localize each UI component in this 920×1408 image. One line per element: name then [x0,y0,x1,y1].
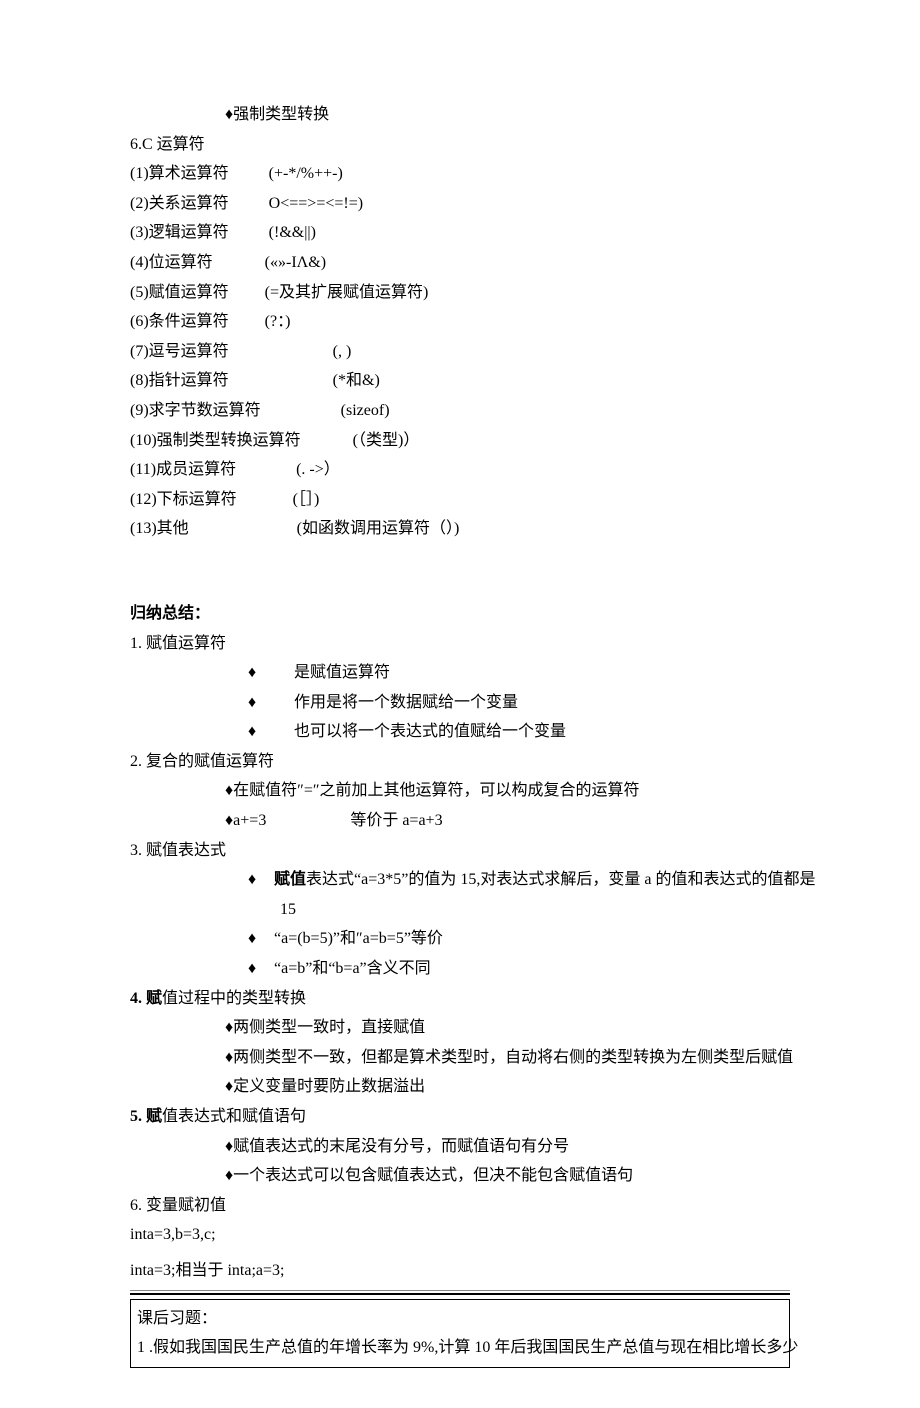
exercise-box: 课后习题： 1 .假如我国国民生产总值的年增长率为 9%,计算 10 年后我国国… [130,1299,790,1368]
s1-b1: ♦是赋值运算符 [130,658,790,688]
s1-b3-text: 也可以将一个表达式的值赋给一个变量 [294,723,566,740]
op-row-10: (10)强制类型转换运算符 (（类型)） [130,426,790,456]
op-row-4: (4)位运算符 («»-IΛ&) [130,248,790,278]
s3-b3: ♦ “a=b”和“b=a”含义不同 [130,954,790,984]
s1-b3: ♦也可以将一个表达式的值赋给一个变量 [130,717,790,747]
s4-b2: ♦两侧类型不一致，但都是算术类型时，自动将右侧的类型转换为左侧类型后赋值 [130,1043,790,1073]
s2-b1: ♦在赋值符″=″之前加上其他运算符，可以构成复合的运算符 [130,776,790,806]
op-label: (2)关系运算符 [130,195,229,212]
s1-title: 1. 赋值运算符 [130,629,790,659]
op-row-11: (11)成员运算符 (. ->） [130,455,790,485]
op-row-12: (12)下标运算符 (［］) [130,485,790,515]
op-row-2: (2)关系运算符 O<==>=<=!=) [130,189,790,219]
op-label: (3)逻辑运算符 [130,224,229,241]
summary-heading: 归纳总结： [130,599,790,629]
s5-title-b: 值表达式和赋值语句 [162,1108,306,1125]
op-row-9: (9)求字节数运算符 (sizeof) [130,396,790,426]
exercise-q1: 1 .假如我国国民生产总值的年增长率为 9%,计算 10 年后我国国民生产总值与… [137,1333,783,1363]
diamond-icon: ♦ [248,658,294,688]
op-label: (8)指针运算符 [130,372,229,389]
s4-b1: ♦两侧类型一致时，直接赋值 [130,1013,790,1043]
op-label: (1)算术运算符 [130,165,229,182]
s6-l2: inta=3;相当于 inta;a=3; [130,1256,790,1286]
s4-title-a: 4. 赋 [130,990,162,1007]
op-sym: (如函数调用运算符（）) [297,520,460,537]
s5-b2: ♦一个表达式可以包含赋值表达式，但决不能包含赋值语句 [130,1161,790,1191]
diamond-icon: ♦ [248,954,266,984]
exercise-heading: 课后习题： [137,1304,783,1334]
diamond-icon: ♦ [248,717,294,747]
s5-title-a: 5. 赋 [130,1108,162,1125]
bullet-forced-cast: ♦强制类型转换 [130,100,790,130]
s2-b2: ♦a+=3 等价于 a=a+3 [130,806,790,836]
op-label: (7)逗号运算符 [130,343,229,360]
op-label: (13)其他 [130,520,189,537]
op-label: (5)赋值运算符 [130,284,229,301]
op-sym: (. ->） [296,461,340,478]
op-sym: (, ) [333,343,352,360]
op-label: (11)成员运算符 [130,461,236,478]
op-label: (12)下标运算符 [130,491,237,508]
s1-b2: ♦作用是将一个数据赋给一个变量 [130,688,790,718]
s4-title-b: 值过程中的类型转换 [162,990,306,1007]
op-sym: (［］) [293,491,320,508]
op-sym: (=及其扩展赋值运算符) [265,284,429,301]
op-row-8: (8)指针运算符 (*和&) [130,366,790,396]
op-sym: (（类型)） [353,432,420,449]
s1-b1-text: 是赋值运算符 [294,664,390,681]
s3-b1a: 赋值 [274,871,306,888]
diamond-icon: ♦ [248,865,266,895]
op-sym: («»-IΛ&) [265,254,326,271]
s3-b1: ♦ 赋值表达式“a=3*5”的值为 15,对表达式求解后，变量 a 的值和表达式… [130,865,790,895]
s2-b2a: ♦a+=3 [225,812,266,829]
s3-b1c: 15 [130,895,790,925]
op-label: (6)条件运算符 [130,313,229,330]
s3-b2-text: “a=(b=5)”和″a=b=5”等价 [274,930,443,947]
diamond-icon: ♦ [248,924,266,954]
op-sym: (sizeof) [341,402,390,419]
s5-b1: ♦赋值表达式的末尾没有分号，而赋值语句有分号 [130,1132,790,1162]
divider-heavy [130,1293,790,1295]
s4-b3: ♦定义变量时要防止数据溢出 [130,1072,790,1102]
op-row-5: (5)赋值运算符 (=及其扩展赋值运算符) [130,278,790,308]
s2-b2b: 等价于 a=a+3 [350,812,442,829]
s6-title: 6. 变量赋初值 [130,1191,790,1221]
divider-thin [130,1290,790,1291]
s3-b3-text: “a=b”和“b=a”含义不同 [274,960,431,977]
op-sym: (!&&||) [269,224,316,241]
op-sym: (?：) [265,313,291,330]
s3-b2: ♦ “a=(b=5)”和″a=b=5”等价 [130,924,790,954]
op-label: (4)位运算符 [130,254,213,271]
section6-title: 6.C 运算符 [130,130,790,160]
s5-title: 5. 赋值表达式和赋值语句 [130,1102,790,1132]
diamond-icon: ♦ [248,688,294,718]
op-row-3: (3)逻辑运算符 (!&&||) [130,218,790,248]
s2-title: 2. 复合的赋值运算符 [130,747,790,777]
op-row-13: (13)其他 (如函数调用运算符（）) [130,514,790,544]
s3-b1b: 表达式“a=3*5”的值为 15,对表达式求解后，变量 a 的值和表达式的值都是 [306,871,815,888]
op-row-7: (7)逗号运算符 (, ) [130,337,790,367]
op-row-1: (1)算术运算符 (+-*/%++-) [130,159,790,189]
op-sym: (+-*/%++-) [269,165,343,182]
s3-title: 3. 赋值表达式 [130,836,790,866]
op-label: (9)求字节数运算符 [130,402,261,419]
op-label: (10)强制类型转换运算符 [130,432,301,449]
s6-l1: inta=3,b=3,c; [130,1220,790,1250]
op-sym: (*和&) [333,372,380,389]
op-sym: O<==>=<=!=) [269,195,363,212]
op-row-6: (6)条件运算符 (?：) [130,307,790,337]
s4-title: 4. 赋值过程中的类型转换 [130,984,790,1014]
s1-b2-text: 作用是将一个数据赋给一个变量 [294,694,518,711]
